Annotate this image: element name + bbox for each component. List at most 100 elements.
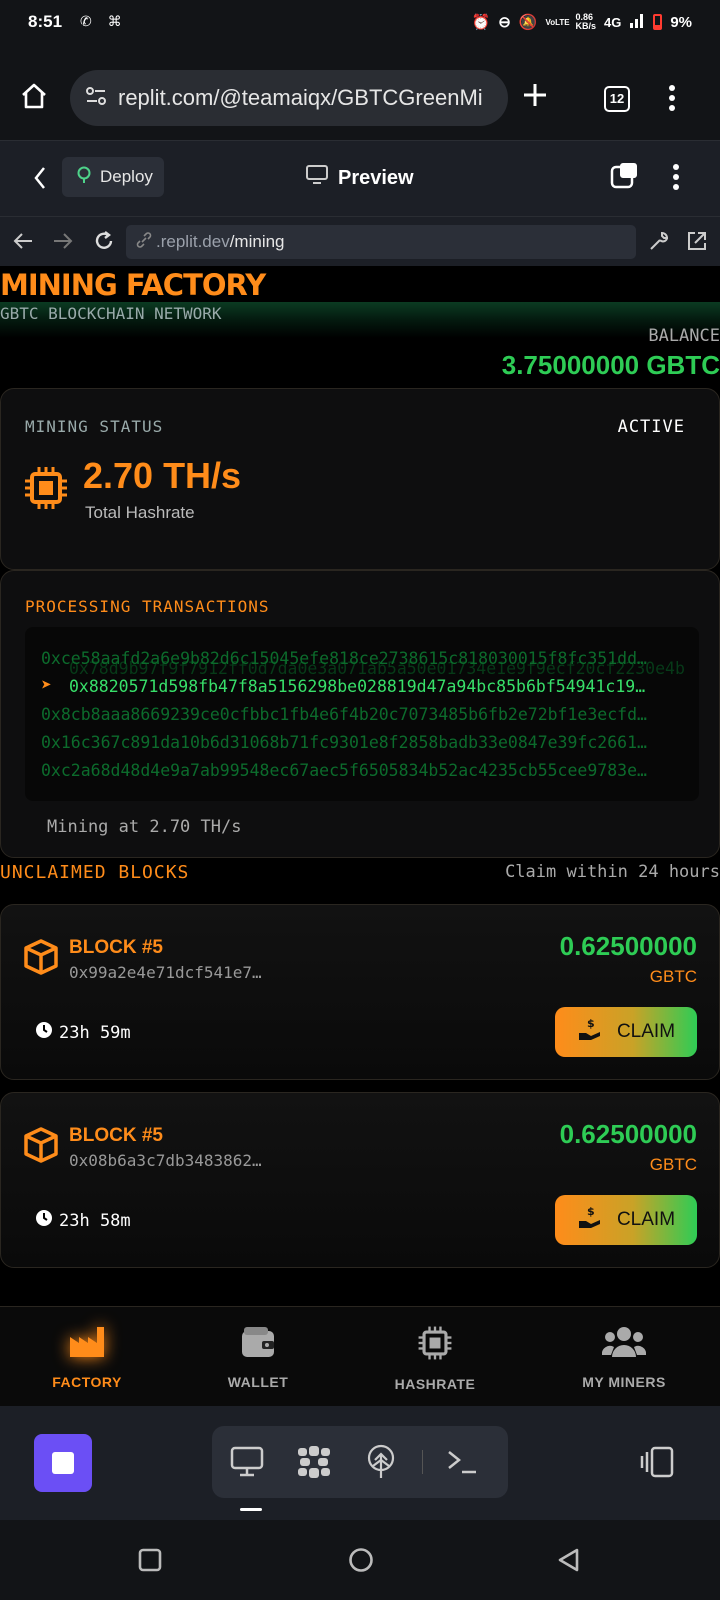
site-settings-icon[interactable] <box>84 84 108 113</box>
claim-button[interactable]: $ CLAIM <box>555 1195 697 1245</box>
cube-icon <box>23 939 59 980</box>
svg-text:$: $ <box>587 1017 595 1030</box>
agent-icon[interactable] <box>296 1444 332 1485</box>
replit-menu-icon[interactable] <box>672 163 680 196</box>
shell-icon[interactable] <box>446 1448 478 1481</box>
open-external-icon[interactable] <box>686 230 708 257</box>
network-type: 4G <box>603 14 622 30</box>
replit-header: Deploy Preview <box>0 140 720 216</box>
tx-line: 0x16c367c891da10b6d31068b71fc9301e8f2858… <box>41 733 647 752</box>
nav-hashrate[interactable]: HASHRATE <box>365 1325 505 1392</box>
back-chevron-icon[interactable] <box>32 165 48 196</box>
status-bar: 8:51 ✆ ⌘ ⏰ ⊖ 🔕 VoLTE 0.86 KB/s 4G 9% <box>0 0 720 48</box>
block-timer: 23h 58m <box>35 1209 131 1232</box>
preview-monitor-icon[interactable] <box>230 1446 264 1483</box>
claim-button[interactable]: $ CLAIM <box>555 1007 697 1057</box>
block-timer: 23h 59m <box>35 1021 131 1044</box>
back-arrow-icon[interactable] <box>12 231 34 256</box>
browser-toolbar: replit.com/@teamaiqx/GBTCGreenMi 12 <box>0 48 720 140</box>
link-icon <box>136 231 152 253</box>
battery-icon <box>653 14 663 30</box>
status-badge: ACTIVE <box>617 417 685 437</box>
block-card: BLOCK #5 0x99a2e4e71dcf541e7… 0.62500000… <box>0 904 720 1080</box>
mining-status-label: MINING STATUS <box>25 417 164 436</box>
layout-toggle-icon[interactable] <box>640 1446 674 1483</box>
deploy-icon <box>76 166 92 189</box>
chip-icon <box>417 1325 453 1366</box>
transactions-feed: 0x78d9b97f9f7912ff0d7da0e3a071ab5a50e017… <box>25 627 699 801</box>
clock-icon <box>35 1209 53 1232</box>
address-bar[interactable]: replit.com/@teamaiqx/GBTCGreenMi <box>70 70 508 126</box>
cube-icon <box>23 1127 59 1168</box>
net-speed: 0.86 KB/s <box>575 12 596 31</box>
block-card: BLOCK #5 0x08b6a3c7db3483862… 0.62500000… <box>0 1092 720 1268</box>
address-text[interactable]: replit.com/@teamaiqx/GBTCGreenMi <box>118 85 483 111</box>
cpu-icon <box>23 465 69 516</box>
reload-icon[interactable] <box>92 229 116 258</box>
preview-tab-title: Preview <box>306 165 414 191</box>
claim-label: CLAIM <box>616 1021 676 1042</box>
block-title: BLOCK #5 <box>69 937 163 958</box>
bottom-nav: FACTORY WALLET HASHRATE MY MINERS <box>0 1306 720 1406</box>
app-title: MINING FACTORY <box>0 268 266 302</box>
tab-switcher-button[interactable]: 12 <box>604 86 630 112</box>
block-title: BLOCK #5 <box>69 1125 163 1146</box>
browser-menu-icon[interactable] <box>668 84 676 117</box>
block-timer-text: 23h 58m <box>59 1210 131 1231</box>
nav-factory[interactable]: FACTORY <box>17 1325 157 1390</box>
block-amount: 0.62500000 <box>559 931 697 961</box>
tabs-icon[interactable] <box>610 161 640 196</box>
balance-value: 3.75000000 GBTC <box>501 350 720 380</box>
block-timer-text: 23h 59m <box>59 1022 131 1043</box>
replit-toolbar <box>0 1406 720 1520</box>
signal-icon <box>629 12 645 32</box>
mining-status-card: MINING STATUS ACTIVE 2.70 TH/s Total Has… <box>0 388 720 570</box>
tool-group <box>212 1426 508 1498</box>
tx-line: 0x8cb8aaa8669239ce0cfbbc1fb4e6f4b20c7073… <box>41 705 647 724</box>
battery-percent: 9% <box>670 13 692 31</box>
alarm-icon: ⏰ <box>471 14 491 31</box>
tx-line: 0xce58aafd2a6e9b82d6c15045efe818ce273861… <box>41 649 647 668</box>
total-hashrate-value: 2.70 TH/s <box>83 455 242 496</box>
webview-url-bar[interactable]: .replit.dev /mining <box>126 225 636 259</box>
nav-wallet[interactable]: WALLET <box>188 1325 328 1390</box>
wrench-icon[interactable] <box>648 230 670 257</box>
webview-toolbar: .replit.dev /mining <box>0 216 720 266</box>
network-label: GBTC BLOCKCHAIN NETWORK <box>0 304 222 323</box>
webview-url-path: /mining <box>229 232 285 251</box>
home-icon[interactable] <box>20 82 48 115</box>
tx-pointer-icon: ➤ <box>41 675 52 696</box>
tx-line-active: 0x8820571d598fb47f8a5156298be028819d47a9… <box>69 677 646 696</box>
block-hash: 0x99a2e4e71dcf541e7… <box>69 963 262 982</box>
balance-label: BALANCE <box>648 326 720 346</box>
monitor-icon <box>306 165 328 191</box>
home-circle-icon[interactable] <box>348 1547 374 1578</box>
mining-app: MINING FACTORY GBTC BLOCKCHAIN NETWORK B… <box>0 266 720 1306</box>
transactions-card: PROCESSING TRANSACTIONS 0x78d9b97f9f7912… <box>0 570 720 858</box>
deploy-button[interactable]: Deploy <box>62 157 164 197</box>
deploy-tree-icon[interactable] <box>366 1444 396 1485</box>
svg-text:$: $ <box>587 1205 595 1218</box>
transactions-title: PROCESSING TRANSACTIONS <box>25 597 270 616</box>
new-tab-icon[interactable] <box>522 82 548 113</box>
hand-coin-icon: $ <box>577 1017 603 1047</box>
users-icon <box>601 1325 647 1364</box>
nav-label: WALLET <box>227 1374 289 1390</box>
forward-arrow-icon[interactable] <box>52 231 74 256</box>
dnd-icon: ⊖ <box>498 14 511 31</box>
status-right: ⏰ ⊖ 🔕 VoLTE 0.86 KB/s 4G 9% <box>472 12 693 32</box>
nav-label: FACTORY <box>52 1374 122 1390</box>
claim-label: CLAIM <box>616 1209 676 1230</box>
back-triangle-icon[interactable] <box>556 1547 580 1578</box>
nav-my-miners[interactable]: MY MINERS <box>554 1325 694 1390</box>
divider <box>422 1450 423 1474</box>
active-tool-indicator <box>240 1508 262 1511</box>
status-time: 8:51 <box>28 12 63 31</box>
recents-icon[interactable] <box>138 1548 162 1577</box>
stop-button[interactable] <box>34 1434 92 1492</box>
block-unit: GBTC <box>649 967 697 986</box>
block-amount: 0.62500000 <box>559 1119 697 1149</box>
deploy-label: Deploy <box>100 167 153 186</box>
preview-label: Preview <box>338 166 414 189</box>
system-nav-bar <box>0 1520 720 1600</box>
